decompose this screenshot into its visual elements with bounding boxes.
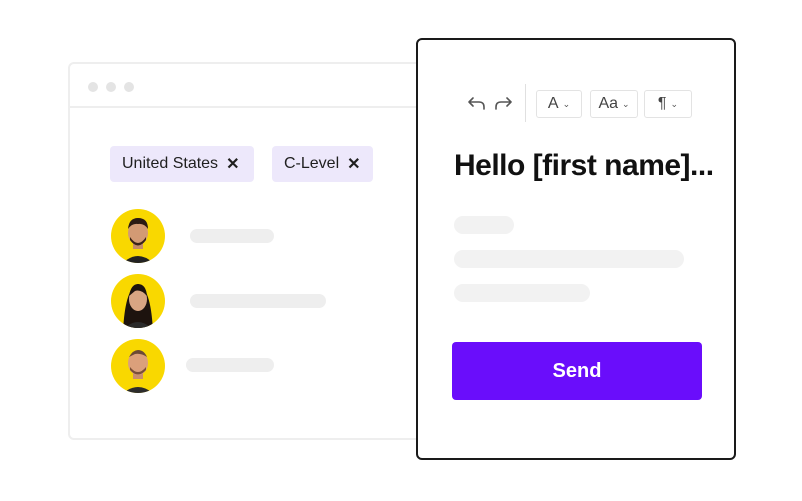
font-color-label: A	[547, 95, 559, 112]
window-dot[interactable]	[88, 82, 98, 92]
avatar[interactable]	[111, 209, 165, 263]
email-editor: A ⌄ Aa ⌄ ¶ ⌄ Hello [first name]... Send	[416, 38, 736, 460]
avatar[interactable]	[111, 274, 165, 328]
avatar[interactable]	[111, 339, 165, 393]
chevron-down-icon: ⌄	[562, 98, 571, 109]
contact-name-placeholder	[190, 294, 326, 308]
body-text-placeholder	[454, 284, 590, 302]
window-titlebar	[70, 64, 446, 108]
window-dot[interactable]	[124, 82, 134, 92]
font-color-dropdown[interactable]: A ⌄	[536, 90, 582, 118]
send-button[interactable]: Send	[452, 342, 702, 400]
body-text-placeholder	[454, 216, 514, 234]
remove-tag-icon[interactable]: ✕	[347, 154, 360, 174]
contact-name-placeholder	[186, 358, 274, 372]
contacts-window: United States ✕ C-Level ✕	[68, 62, 448, 440]
body-text-placeholder	[454, 250, 684, 268]
email-greeting[interactable]: Hello [first name]...	[454, 149, 714, 183]
filter-tag-label: C-Level	[284, 155, 340, 172]
redo-icon[interactable]	[492, 93, 514, 113]
filter-tag-country[interactable]: United States ✕	[110, 146, 254, 182]
toolbar-divider	[525, 84, 526, 122]
paragraph-dropdown[interactable]: ¶ ⌄	[644, 90, 692, 118]
filter-tag-seniority[interactable]: C-Level ✕	[272, 146, 373, 182]
remove-tag-icon[interactable]: ✕	[226, 154, 239, 174]
contact-name-placeholder	[190, 229, 274, 243]
person-icon	[123, 350, 153, 393]
undo-icon[interactable]	[466, 93, 488, 113]
person-icon	[122, 218, 154, 263]
font-size-dropdown[interactable]: Aa ⌄	[590, 90, 638, 118]
chevron-down-icon: ⌄	[670, 98, 679, 109]
font-size-label: Aa	[598, 95, 619, 112]
chevron-down-icon: ⌄	[622, 98, 630, 109]
paragraph-icon: ¶	[657, 95, 667, 112]
window-dot[interactable]	[106, 82, 116, 92]
person-icon	[123, 284, 153, 328]
filter-tag-label: United States	[122, 155, 219, 172]
